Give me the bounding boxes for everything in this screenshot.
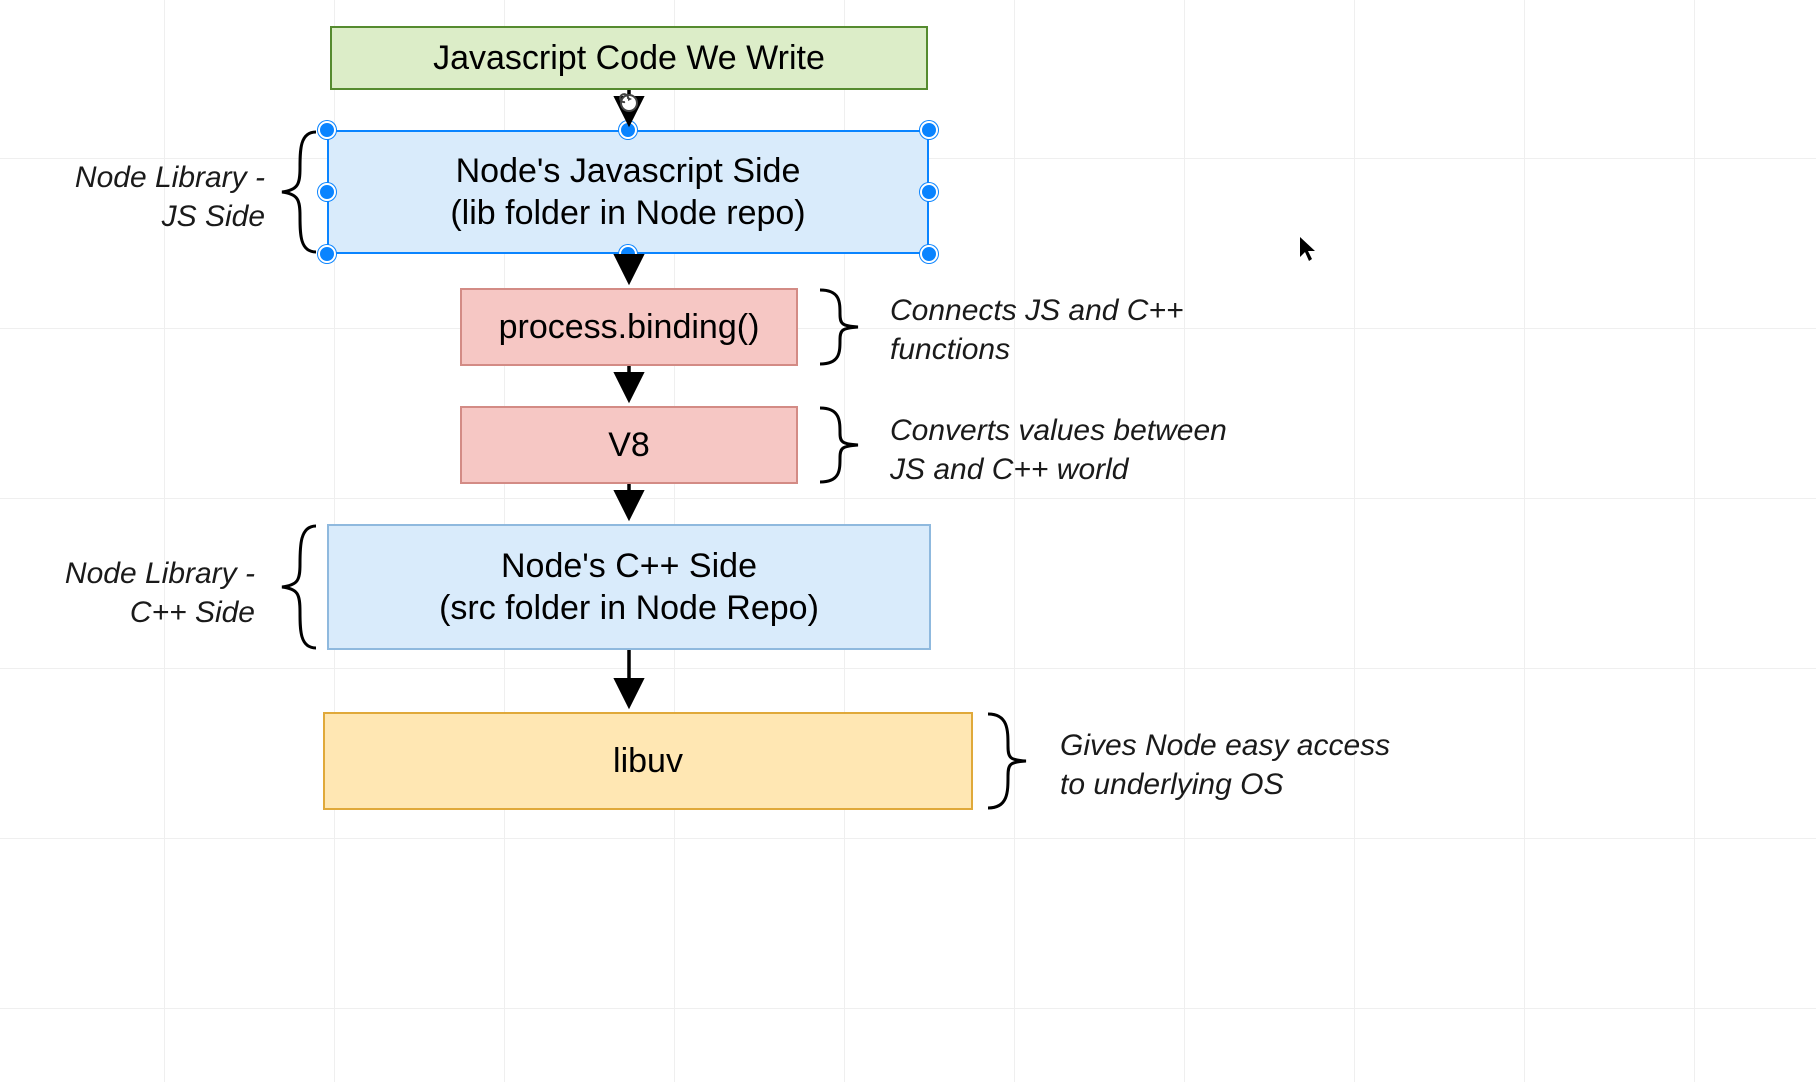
box-node-js[interactable]: Node's Javascript Side (lib folder in No… <box>327 130 929 254</box>
box-js-code[interactable]: Javascript Code We Write <box>330 26 928 90</box>
annotation-js-side: Node Library - JS Side <box>35 158 265 236</box>
brace-cpp-side <box>282 526 316 648</box>
selection-handle[interactable] <box>619 121 637 139</box>
selection-handle[interactable] <box>318 121 336 139</box>
box-process-binding-text: process.binding() <box>499 306 760 349</box>
box-js-code-text: Javascript Code We Write <box>433 37 825 80</box>
selection-handle[interactable] <box>920 245 938 263</box>
box-node-js-text: Node's Javascript Side (lib folder in No… <box>450 150 805 235</box>
box-process-binding[interactable]: process.binding() <box>460 288 798 366</box>
selection-handle[interactable] <box>619 245 637 263</box>
box-v8[interactable]: V8 <box>460 406 798 484</box>
selection-handle[interactable] <box>920 183 938 201</box>
connector-endpoint-icon <box>620 94 637 111</box>
brace-libuv <box>988 714 1026 808</box>
diagram-stage: Javascript Code We Write Node's Javascri… <box>0 0 1816 1082</box>
annotation-v8: Converts values between JS and C++ world <box>890 411 1290 489</box>
box-v8-text: V8 <box>608 424 650 467</box>
cursor-icon <box>1299 236 1317 268</box>
brace-binding <box>820 290 858 364</box>
selection-handle[interactable] <box>318 183 336 201</box>
annotation-cpp-side: Node Library - C++ Side <box>25 554 255 632</box>
box-node-cpp[interactable]: Node's C++ Side (src folder in Node Repo… <box>327 524 931 650</box>
annotation-binding: Connects JS and C++ functions <box>890 291 1250 369</box>
selection-handle[interactable] <box>920 121 938 139</box>
brace-js-side <box>282 132 316 252</box>
annotation-libuv: Gives Node easy access to underlying OS <box>1060 726 1460 804</box>
selection-handle[interactable] <box>318 245 336 263</box>
box-libuv-text: libuv <box>613 740 683 783</box>
box-node-cpp-text: Node's C++ Side (src folder in Node Repo… <box>439 545 819 630</box>
brace-v8 <box>820 408 858 482</box>
box-libuv[interactable]: libuv <box>323 712 973 810</box>
